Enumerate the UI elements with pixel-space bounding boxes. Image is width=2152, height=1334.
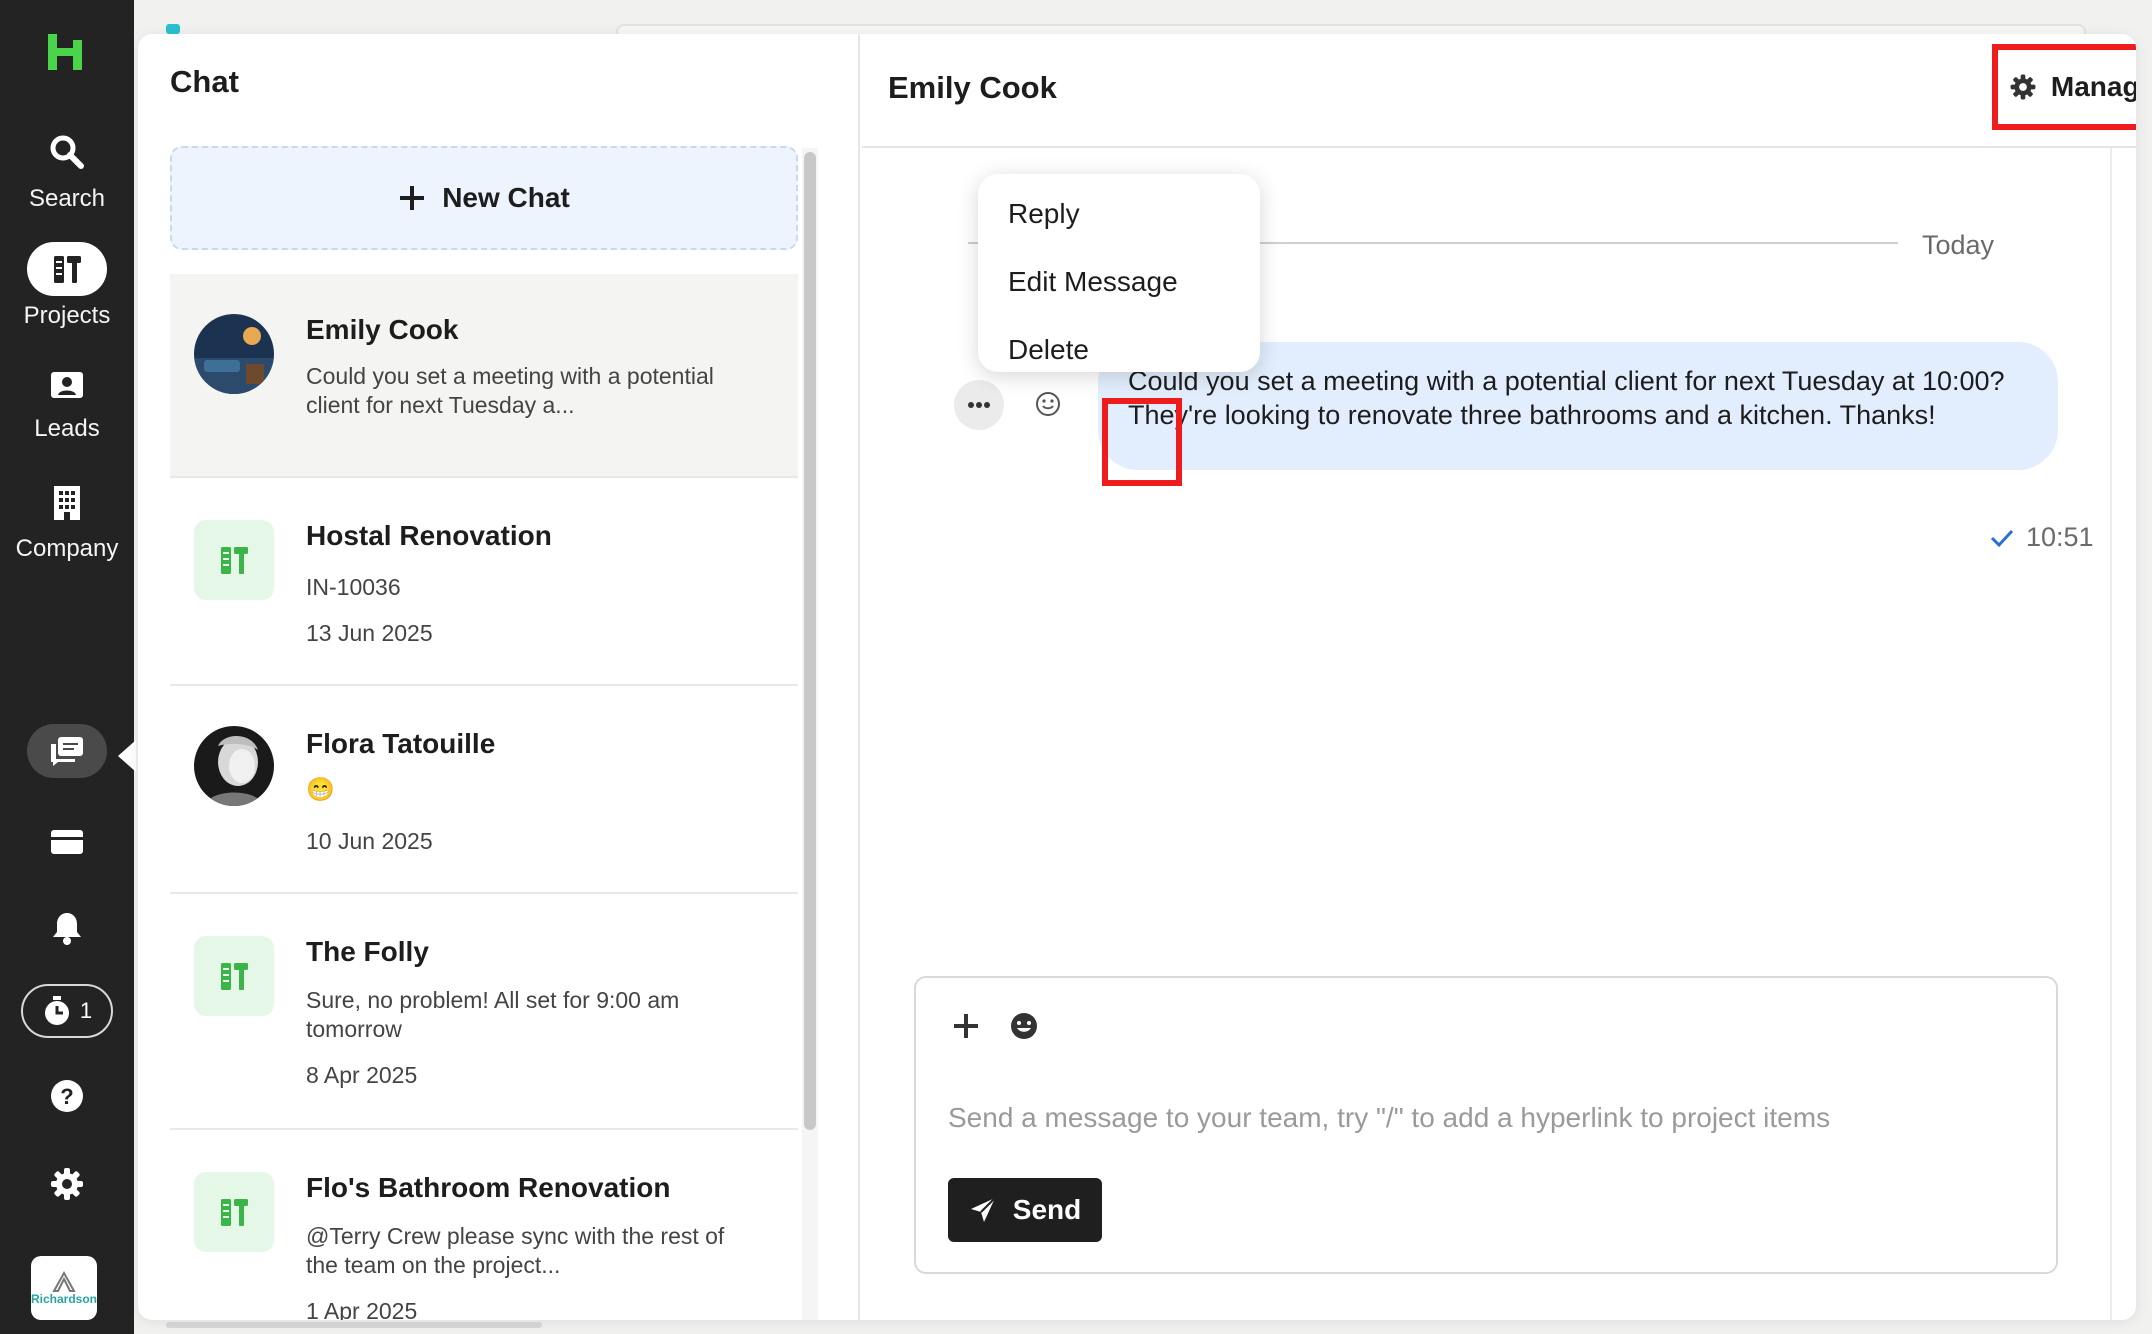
nav-item-leads[interactable]: Leads [0, 370, 134, 443]
nav-item-chat[interactable] [0, 724, 134, 784]
nav-item-search[interactable]: Search [0, 132, 134, 213]
conversation-name: The Folly [306, 936, 429, 967]
plus-icon [954, 1014, 978, 1038]
add-reaction-button[interactable] [1030, 386, 1066, 422]
conversation-date: 8 Apr 2025 [306, 1062, 418, 1088]
project-icon [194, 520, 274, 600]
message-status: 10:51 [1990, 522, 2094, 553]
attach-button[interactable] [948, 1008, 984, 1044]
more-horizontal-icon [968, 402, 990, 408]
message-actions-button[interactable] [954, 380, 1004, 430]
inbox-icon[interactable] [0, 824, 134, 860]
nav-item-label: Search [28, 185, 106, 212]
conversation-preview: Sure, no problem! All set for 9:00 am to… [306, 987, 680, 1042]
menu-item-delete[interactable]: Delete [1008, 334, 1089, 366]
conversation-scrollbar [2110, 148, 2112, 1320]
message-input[interactable] [948, 1098, 2028, 1138]
nav-item-label: Company [15, 535, 119, 562]
conversation-date: 13 Jun 2025 [306, 620, 433, 646]
conversation-name: Emily Cook [306, 314, 459, 345]
list-item[interactable]: Hostal Renovation IN-10036 13 Jun 2025 [170, 480, 798, 686]
timer-button[interactable]: 1 [0, 984, 134, 1038]
timer-icon [44, 996, 69, 1025]
conversation-name: Hostal Renovation [306, 520, 552, 551]
company-logo-mark [52, 1271, 76, 1292]
project-icon [194, 1172, 274, 1252]
conversation-preview: Could you set a meeting with a potential… [306, 363, 714, 418]
avatar [194, 726, 274, 806]
list-scrollbar[interactable] [804, 152, 816, 1130]
conversation-name: Flora Tatouille [306, 728, 496, 759]
new-chat-button[interactable]: New Chat [170, 146, 798, 250]
conversation-date: 1 Apr 2025 [306, 1298, 418, 1320]
conversation-list: Chat New Chat Emily Cook Could you set a… [138, 34, 860, 1320]
projects-icon [27, 242, 107, 296]
menu-item-edit-message[interactable]: Edit Message [1008, 266, 1178, 298]
nav-item-projects[interactable]: Projects [0, 242, 134, 330]
gear-icon [2010, 74, 2036, 100]
conversation-view: Emily Cook Manage Chat Today Could you s… [862, 34, 2136, 1320]
send-button[interactable]: Send [948, 1178, 1102, 1242]
conversation-date: 10 Jun 2025 [306, 828, 433, 854]
chat-panel: Chat New Chat Emily Cook Could you set a… [138, 34, 2136, 1320]
nav-item-company[interactable]: Company [0, 484, 134, 563]
active-indicator [118, 740, 136, 772]
bell-icon[interactable] [0, 910, 134, 946]
conversation-header: Emily Cook Manage Chat [862, 34, 2136, 148]
nav-item-label: Leads [34, 415, 100, 442]
avatar [194, 314, 274, 394]
company-logo[interactable]: Richardson [31, 1256, 97, 1320]
help-icon[interactable]: ? [0, 1078, 134, 1114]
background-accent [166, 24, 180, 34]
page-title: Chat [170, 64, 239, 99]
nav-item-label: Projects [23, 302, 111, 329]
nav-rail: Search Projects Leads Company 1 ? Richar… [0, 0, 136, 1334]
chat-icon [27, 724, 107, 778]
send-label: Send [1012, 1194, 1082, 1225]
timer-count: 1 [79, 998, 93, 1023]
background-scrollbar [166, 1322, 542, 1328]
menu-item-reply[interactable]: Reply [1008, 198, 1080, 230]
search-icon [0, 132, 134, 179]
send-icon [970, 1197, 996, 1222]
new-chat-label: New Chat [442, 182, 570, 213]
conversation-preview: 😁 [306, 776, 335, 802]
conversation-name: Flo's Bathroom Renovation [306, 1172, 671, 1203]
smiley-icon [1036, 392, 1060, 416]
emoji-button[interactable] [1006, 1008, 1042, 1044]
conversation-preview: @Terry Crew please sync with the rest of… [306, 1223, 725, 1278]
company-logo-text: Richardson [31, 1292, 98, 1306]
manage-chat-label: Manage Chat [2050, 71, 2136, 102]
message-context-menu: Reply Edit Message Delete [978, 174, 1260, 372]
svg-text:?: ? [60, 1084, 73, 1109]
message-time: 10:51 [2026, 522, 2094, 552]
day-label: Today [1922, 230, 1995, 260]
leads-icon [0, 370, 134, 409]
gear-icon[interactable] [0, 1166, 134, 1202]
message-text: Could you set a meeting with a potential… [1128, 366, 2005, 430]
manage-chat-button[interactable]: Manage Chat [1992, 54, 2136, 120]
company-icon [0, 484, 134, 529]
conversation-preview: IN-10036 [306, 574, 401, 600]
project-icon [194, 936, 274, 1016]
emoji-icon [1011, 1013, 1037, 1039]
list-item[interactable]: The Folly Sure, no problem! All set for … [170, 896, 798, 1130]
list-item[interactable]: Emily Cook Could you set a meeting with … [170, 274, 798, 478]
message-composer: Send [914, 976, 2058, 1274]
list-item[interactable]: Flo's Bathroom Renovation @Terry Crew pl… [170, 1132, 798, 1320]
conversation-title: Emily Cook [888, 70, 1057, 105]
plus-icon [400, 186, 425, 210]
check-icon [1990, 529, 2014, 547]
list-item[interactable]: Flora Tatouille 😁 10 Jun 2025 [170, 688, 798, 894]
brand-logo-icon[interactable] [46, 32, 84, 72]
